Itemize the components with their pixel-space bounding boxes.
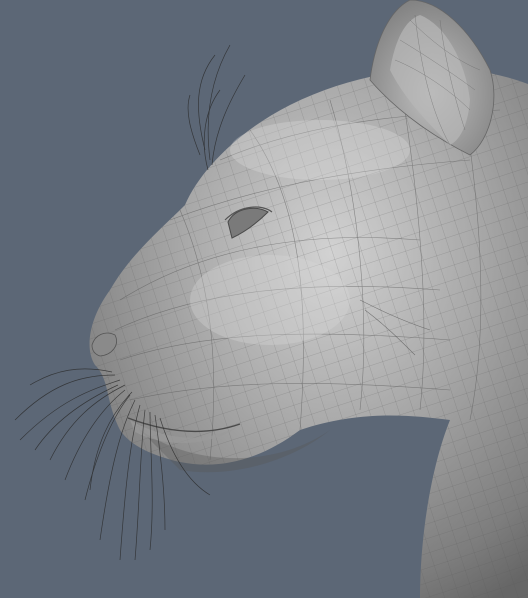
cat-head-render — [14, 0, 528, 598]
forehead-highlight — [230, 120, 410, 180]
3d-viewport[interactable] — [0, 0, 528, 598]
cheek-highlight — [190, 255, 350, 345]
